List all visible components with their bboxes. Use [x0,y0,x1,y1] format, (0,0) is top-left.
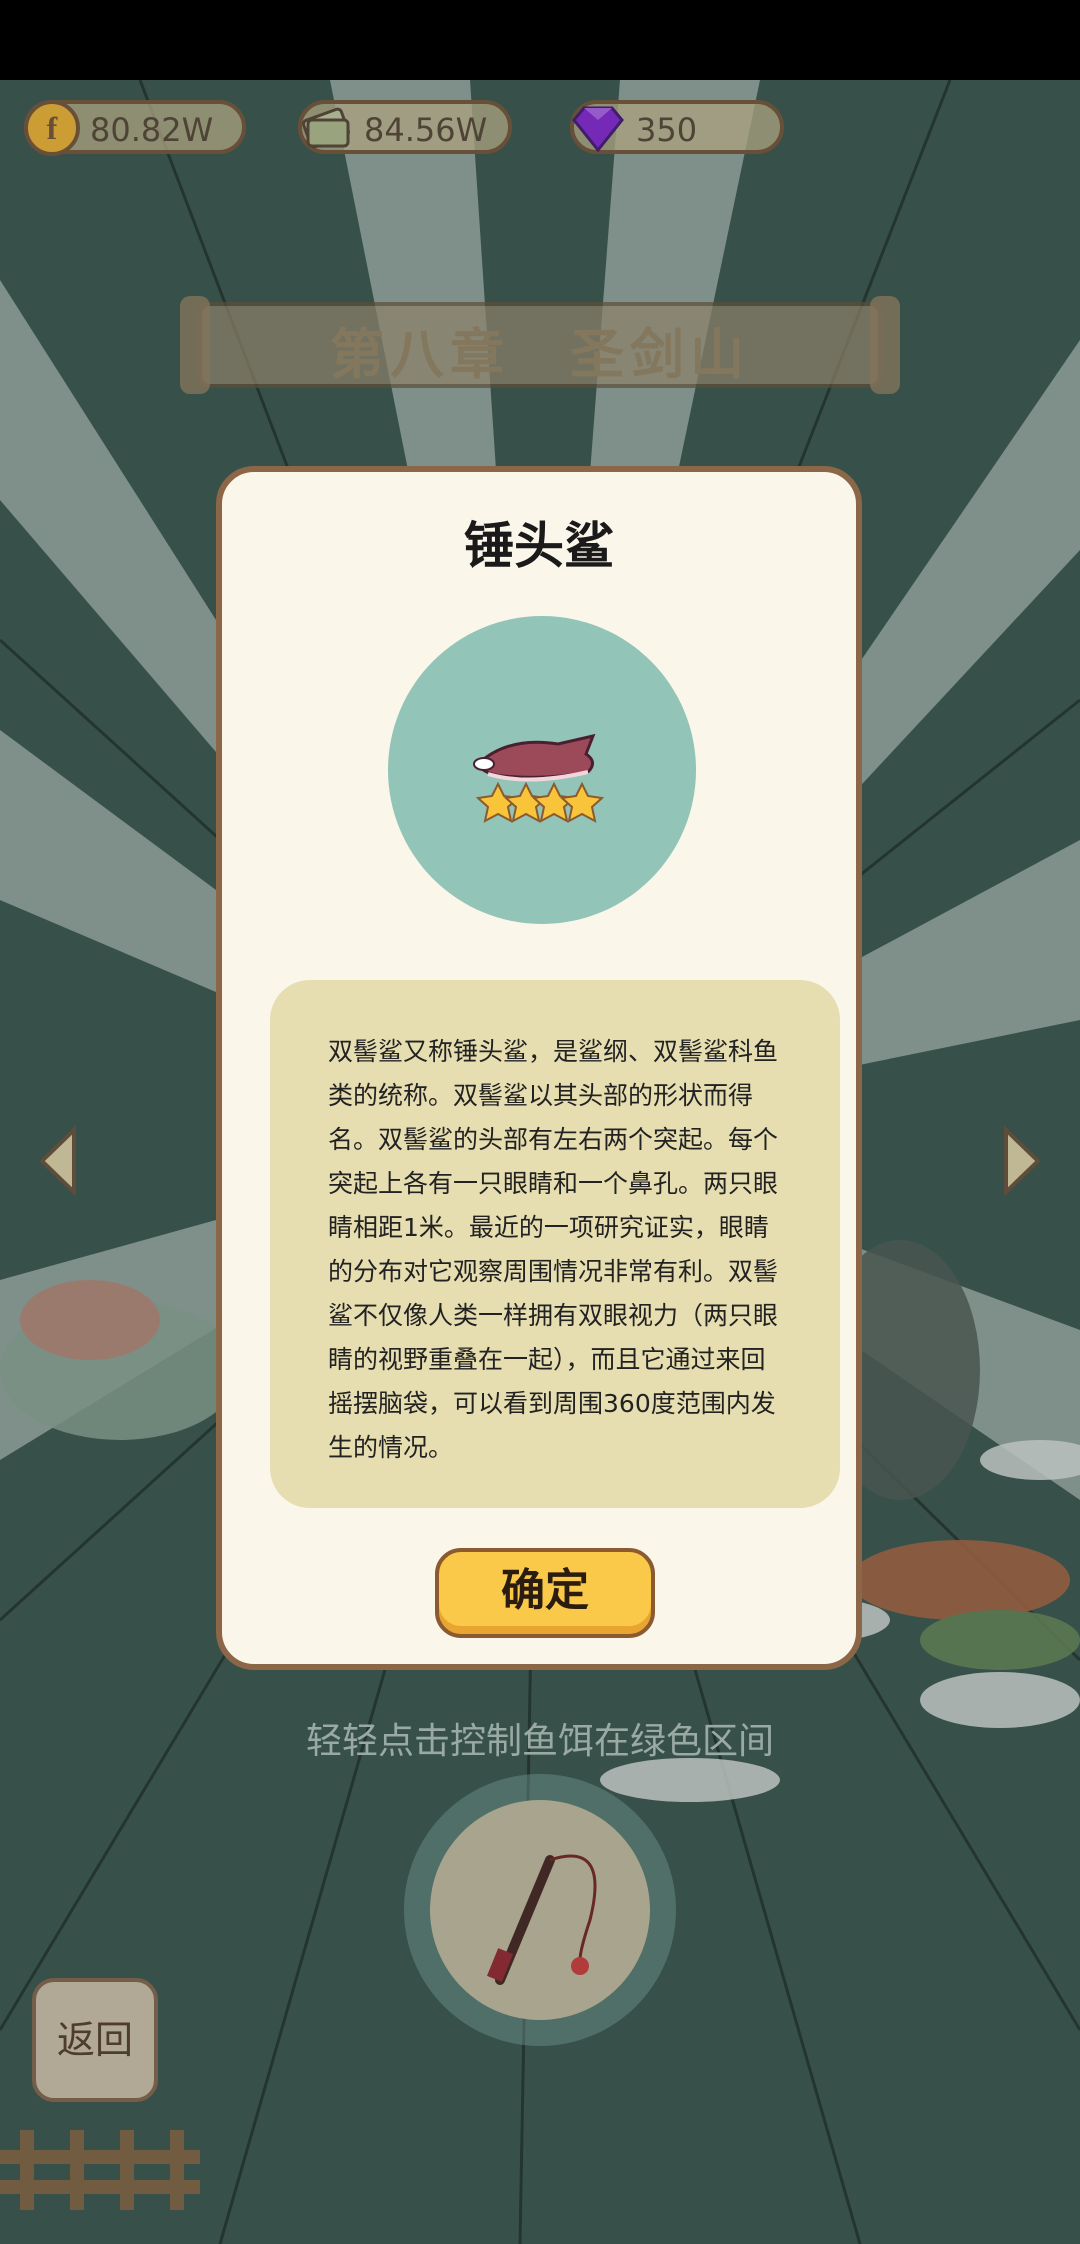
description-panel: 双髻鲨又称锤头鲨，是鲨纲、双髻鲨科鱼类的统称。双髻鲨以其头部的形状而得名。双髻鲨… [270,980,840,1508]
game-screen: f 80.82W 84.56W 350 第八章 圣剑山 轻轻点击控制鱼饵在绿色区… [0,0,1080,2244]
confirm-button[interactable]: 确定 [435,1548,655,1638]
status-bar [0,0,1080,80]
fish-portrait [388,616,696,924]
fish-info-dialog: 锤头鲨 双髻鲨又称锤头鲨，是鲨纲、双髻鲨科鱼类的统称。双髻鲨以其头部的形状而得名… [216,466,862,1670]
hammerhead-shark-icon [473,733,605,823]
fish-name: 锤头鲨 [464,517,614,575]
fish-description: 双髻鲨又称锤头鲨，是鲨纲、双髻鲨科鱼类的统称。双髻鲨以其头部的形状而得名。双髻鲨… [328,1037,779,1462]
star-rating [475,781,605,823]
